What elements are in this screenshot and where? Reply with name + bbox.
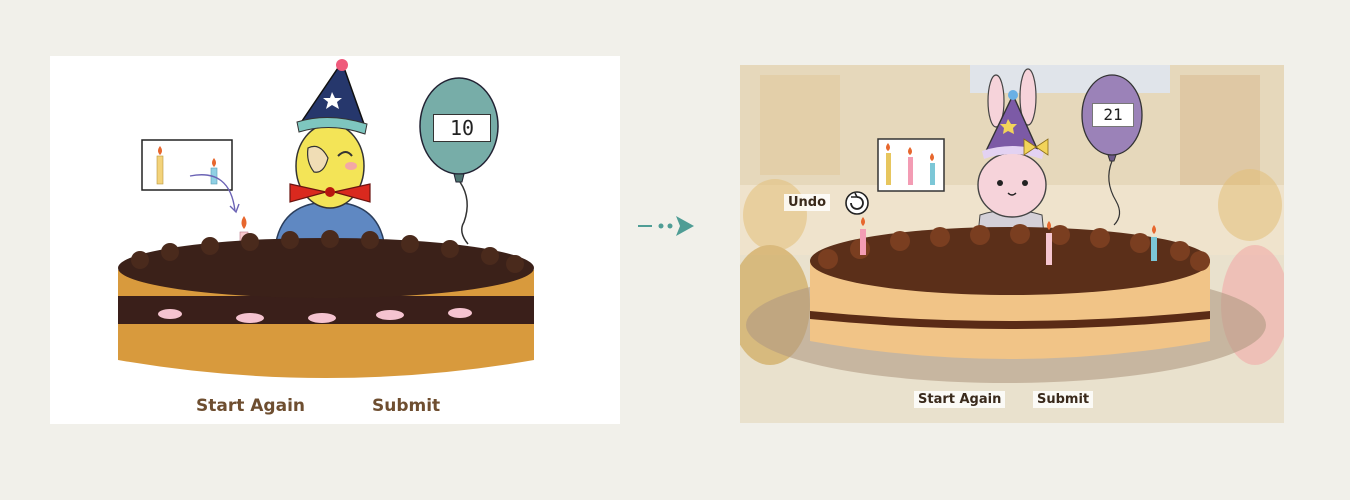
left-submit-button[interactable]: Submit (372, 396, 440, 416)
right-scene-panel: 21 Undo Start Again Submit (740, 65, 1284, 423)
left-scene-panel: 10 Start Again Submit (50, 56, 620, 424)
left-balloon (419, 77, 499, 245)
left-scene-art (118, 59, 534, 378)
left-balloon-number: 10 (433, 114, 491, 142)
left-cake (118, 230, 534, 378)
right-start-again-button[interactable]: Start Again (914, 391, 1006, 408)
candle-hint-box (141, 139, 240, 214)
right-cake (810, 224, 1210, 359)
right-scene-art (740, 65, 1284, 423)
bird-character (275, 59, 385, 243)
right-submit-button[interactable]: Submit (1033, 391, 1094, 408)
left-start-again-button[interactable]: Start Again (196, 396, 305, 416)
undo-button[interactable]: Undo (784, 194, 831, 211)
candle-hint-box (877, 138, 945, 192)
right-balloon-number: 21 (1092, 103, 1134, 127)
dotted-arrow-right-icon (638, 216, 694, 236)
undo-icon[interactable] (845, 191, 869, 215)
